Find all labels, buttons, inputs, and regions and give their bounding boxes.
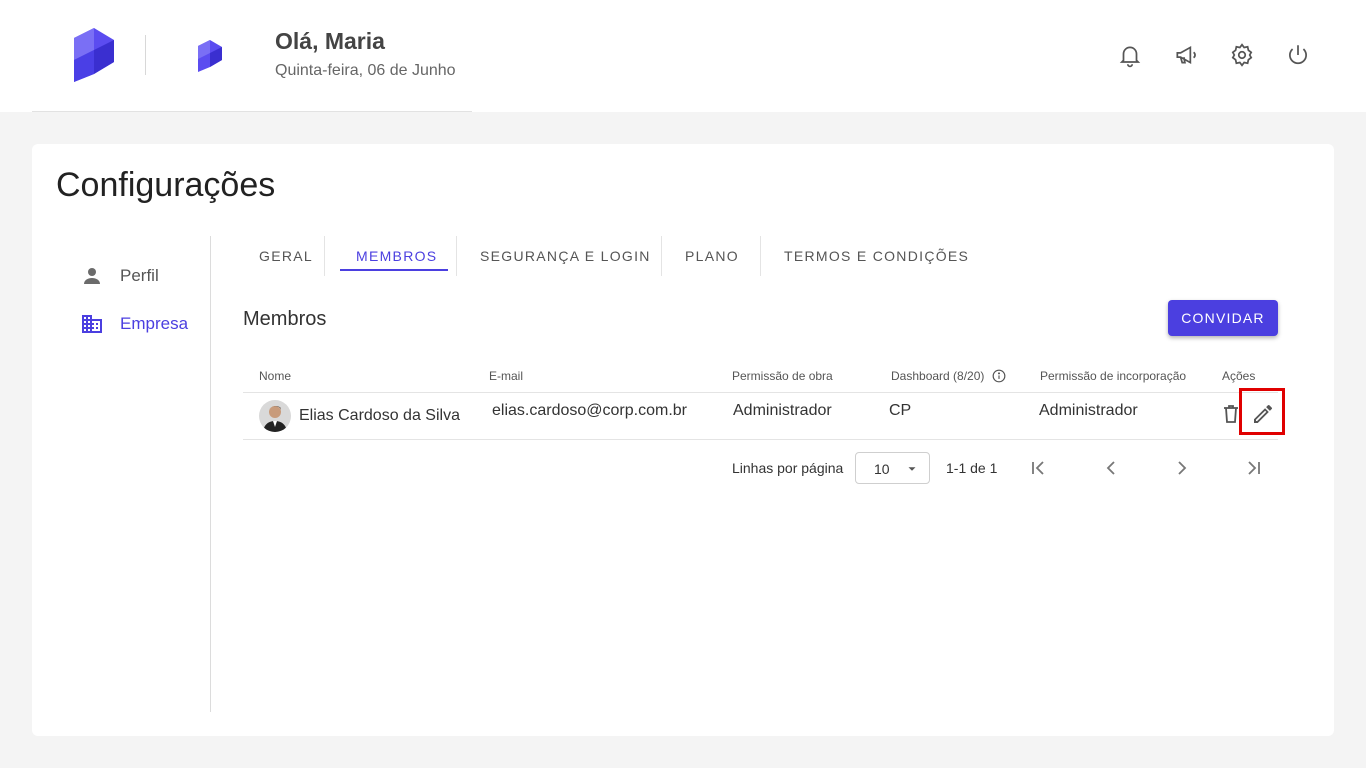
company-logo bbox=[198, 40, 222, 72]
member-name: Elias Cardoso da Silva bbox=[299, 407, 460, 424]
column-header-name: Nome bbox=[259, 369, 292, 383]
active-tab-indicator bbox=[340, 269, 448, 271]
chevron-right-icon bbox=[1178, 461, 1187, 475]
tab-membros[interactable]: MEMBROS bbox=[356, 248, 437, 264]
avatar bbox=[259, 400, 291, 432]
tab-separator bbox=[324, 236, 325, 276]
member-incorporation-permission: Administrador bbox=[1039, 402, 1138, 419]
megaphone-icon[interactable] bbox=[1173, 42, 1199, 68]
table-header-divider bbox=[243, 392, 1278, 393]
tab-termos-e-condicoes[interactable]: TERMOS E CONDIÇÕES bbox=[784, 248, 969, 264]
last-page-icon bbox=[1248, 461, 1260, 475]
tab-plano[interactable]: PLANO bbox=[685, 248, 739, 264]
greeting-text: Olá, Maria bbox=[275, 28, 385, 54]
first-page-button[interactable] bbox=[1026, 456, 1050, 480]
sidebar-item-perfil[interactable]: Perfil bbox=[80, 261, 159, 291]
member-work-permission: Administrador bbox=[733, 402, 832, 419]
column-header-email: E-mail bbox=[489, 369, 524, 383]
brand-logo bbox=[74, 28, 114, 82]
sidebar-item-empresa[interactable]: Empresa bbox=[80, 309, 188, 339]
info-icon[interactable] bbox=[992, 369, 1006, 383]
page-title: Configurações bbox=[56, 166, 276, 204]
next-page-button[interactable] bbox=[1170, 456, 1194, 480]
tab-separator bbox=[456, 236, 457, 276]
column-header-actions: Ações bbox=[1222, 369, 1256, 383]
sidebar-item-label: Empresa bbox=[120, 314, 189, 333]
edit-highlight-box bbox=[1239, 388, 1285, 435]
invite-button[interactable]: CONVIDAR bbox=[1168, 300, 1278, 336]
rows-per-page-label: Linhas por página bbox=[732, 460, 844, 476]
chevron-down-icon bbox=[908, 467, 916, 471]
power-icon[interactable] bbox=[1285, 42, 1311, 68]
logo-divider bbox=[145, 35, 146, 75]
header-underline bbox=[32, 111, 472, 112]
rows-per-page-select[interactable]: 10 bbox=[855, 452, 930, 484]
pagination-range: 1-1 de 1 bbox=[946, 460, 998, 476]
sidebar-divider bbox=[210, 236, 211, 712]
column-header-work-permission: Permissão de obra bbox=[732, 369, 833, 383]
sidebar-item-label: Perfil bbox=[120, 266, 159, 285]
bell-icon[interactable] bbox=[1117, 42, 1143, 68]
chevron-left-icon bbox=[1106, 461, 1115, 475]
building-icon bbox=[82, 315, 102, 333]
first-page-icon bbox=[1032, 461, 1044, 475]
person-icon bbox=[84, 268, 100, 284]
member-email: elias.cardoso@corp.com.br bbox=[492, 402, 687, 419]
tab-separator bbox=[760, 236, 761, 276]
section-title: Membros bbox=[243, 308, 327, 330]
tab-geral[interactable]: GERAL bbox=[259, 248, 313, 264]
column-header-incorporation-permission: Permissão de incorporação bbox=[1040, 369, 1187, 383]
last-page-button[interactable] bbox=[1242, 456, 1266, 480]
current-date: Quinta-feira, 06 de Junho bbox=[275, 62, 456, 79]
gear-icon[interactable] bbox=[1229, 42, 1255, 68]
rows-per-page-value: 10 bbox=[874, 461, 890, 477]
previous-page-button[interactable] bbox=[1099, 456, 1123, 480]
column-header-dashboard: Dashboard (8/20) bbox=[891, 369, 1006, 383]
tab-seguranca-e-login[interactable]: SEGURANÇA E LOGIN bbox=[480, 248, 651, 264]
top-header: Olá, Maria Quinta-feira, 06 de Junho bbox=[0, 0, 1366, 112]
member-dashboard: CP bbox=[889, 402, 912, 419]
settings-card: Configurações Perfil Empresa GERAL MEMBR… bbox=[32, 144, 1334, 736]
tab-separator bbox=[661, 236, 662, 276]
table-row-divider bbox=[243, 439, 1278, 440]
